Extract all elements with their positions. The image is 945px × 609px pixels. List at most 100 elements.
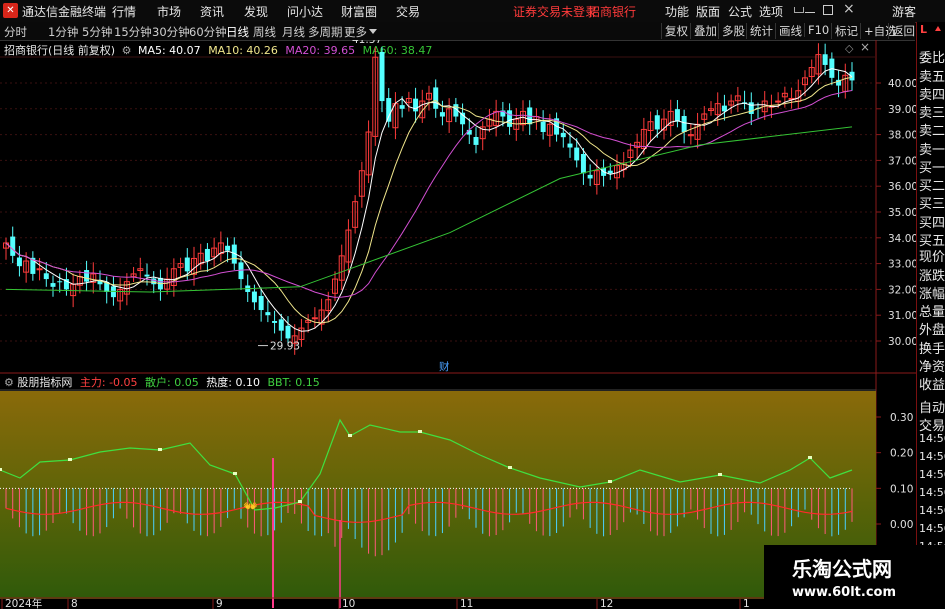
- high-price-label: 41.37: [352, 40, 382, 46]
- menu-assistant[interactable]: 问小达: [287, 3, 323, 20]
- menu-market[interactable]: 市场: [157, 3, 181, 20]
- chart-canvas[interactable]: 👐 40.00 39.00 38.00 37.00 36.00 35.00 34.00 33.…: [0, 40, 916, 609]
- candle-body: [265, 312, 271, 316]
- period-15min[interactable]: 15分钟: [114, 24, 152, 40]
- action-overlay[interactable]: 叠加: [690, 23, 720, 39]
- title-bar: ✕ 通达信金融终端 行情 市场 资讯 发现 问小达 财富圈 交易 证券交易未登录…: [0, 0, 945, 23]
- action-draw-line[interactable]: 画线: [775, 23, 805, 39]
- finance-event-mark: 财: [439, 360, 450, 373]
- retail-dot: [233, 472, 237, 475]
- price-tick-label: 34.00: [888, 233, 916, 245]
- period-60min[interactable]: 60分钟: [189, 24, 227, 40]
- quote-sidebar: L 委比 卖五 卖四 卖三 卖二 卖一 买一 买二 买三 买四 买五 现价 涨跌 涨幅 总量 外盘 换手 净资 收益…: [916, 22, 945, 609]
- time-tick-label: 10: [342, 598, 355, 609]
- retail-dot: [508, 466, 512, 469]
- action-statistics[interactable]: 统计: [746, 23, 776, 39]
- indicator-name[interactable]: 股朋指标网: [17, 376, 72, 389]
- scroll-up-icon[interactable]: [935, 26, 941, 31]
- period-more[interactable]: 更多: [344, 24, 367, 40]
- time-tick-label: 9: [216, 598, 223, 609]
- candle-body: [57, 281, 63, 283]
- candle-body: [849, 71, 855, 81]
- minimize-icon[interactable]: [805, 12, 815, 13]
- sidebar-label: 买三: [919, 197, 945, 212]
- candle-body: [567, 143, 573, 148]
- menu-formula[interactable]: 公式: [728, 3, 752, 20]
- sidebar-label: 净资: [919, 360, 945, 375]
- candle-body: [540, 121, 546, 133]
- candle-body: [386, 98, 392, 122]
- app-name: 通达信金融终端: [22, 5, 107, 19]
- watermark-url: www.60lt.com: [792, 585, 897, 600]
- menu-trade[interactable]: 交易: [396, 3, 420, 20]
- action-f10[interactable]: F10: [804, 23, 832, 37]
- menu-news[interactable]: 资讯: [200, 3, 224, 20]
- guest-label[interactable]: 游客: [892, 3, 916, 20]
- time-tick-label: 12: [600, 598, 613, 609]
- period-1min[interactable]: 1分钟: [48, 24, 78, 40]
- sidebar-time: 14:56: [919, 486, 945, 499]
- sidebar-label: 涨跌: [919, 269, 945, 284]
- indicator-tick-label: 0.00: [890, 519, 913, 531]
- candle-body: [721, 105, 727, 112]
- candle-body: [580, 153, 586, 174]
- period-weekly[interactable]: 周线: [253, 24, 276, 40]
- retail-dot: [808, 456, 812, 459]
- price-tick-label: 38.00: [888, 130, 916, 142]
- sidebar-label: 卖五: [919, 70, 945, 85]
- sidebar-time: 14:56: [919, 522, 945, 535]
- candle-body: [144, 274, 150, 277]
- candle-body: [204, 248, 210, 262]
- candle-body: [43, 273, 49, 280]
- sidebar-time: 14:56: [919, 432, 945, 445]
- period-daily[interactable]: 日线: [226, 24, 249, 40]
- retail-dot: [0, 468, 2, 471]
- menu-function[interactable]: 功能: [665, 3, 689, 20]
- menu-options[interactable]: 选项: [759, 3, 783, 20]
- price-tick-label: 36.00: [888, 181, 916, 193]
- sidebar-label: 收益: [919, 378, 945, 393]
- sidebar-time: 14:56: [919, 504, 945, 517]
- indicator-heat: 热度: 0.10: [206, 376, 260, 389]
- sidebar-label: 总量: [919, 305, 945, 320]
- menu-wealth[interactable]: 财富圈: [341, 3, 377, 20]
- candle-body: [285, 325, 291, 339]
- action-mark[interactable]: 标记: [831, 23, 861, 39]
- menu-quotes[interactable]: 行情: [112, 3, 136, 20]
- indicator-gear-icon[interactable]: ⚙: [4, 376, 14, 389]
- action-restore-rights[interactable]: 复权: [661, 23, 691, 39]
- candle-body: [251, 291, 257, 303]
- period-30min[interactable]: 30分钟: [152, 24, 190, 40]
- candle-body: [439, 112, 445, 117]
- sidebar-label: 卖四: [919, 88, 945, 103]
- candle-body: [225, 245, 231, 251]
- maximize-icon[interactable]: [823, 5, 833, 15]
- time-tick-label: 8: [71, 598, 78, 609]
- watermark: 乐淘公式网 www.60lt.com: [764, 545, 945, 609]
- dropdown-icon[interactable]: [794, 7, 804, 13]
- menu-layout[interactable]: 版面: [696, 3, 720, 20]
- sidebar-label: 卖三: [919, 106, 945, 121]
- menu-discover[interactable]: 发现: [244, 3, 268, 20]
- trade-status: 证券交易未登录: [513, 5, 598, 19]
- candle-body: [473, 136, 479, 145]
- period-5min[interactable]: 5分钟: [82, 24, 112, 40]
- candle-body: [433, 87, 439, 109]
- more-chevron-icon[interactable]: [369, 29, 377, 34]
- action-multi-stock[interactable]: 多股: [718, 23, 748, 39]
- sidebar-label: 卖一: [919, 143, 945, 158]
- ma10-line: [5, 76, 853, 324]
- sidebar-scroll-label[interactable]: L: [920, 23, 927, 36]
- indicator-tick-label: 0.10: [890, 483, 913, 495]
- retail-dot: [608, 480, 612, 483]
- period-monthly[interactable]: 月线: [282, 24, 305, 40]
- indicator-retail: 散户: 0.05: [145, 376, 199, 389]
- price-tick-label: 33.00: [888, 259, 916, 271]
- period-tick[interactable]: 分时: [4, 24, 27, 40]
- action-back[interactable]: 返回: [888, 23, 918, 39]
- period-multi[interactable]: 多周期: [308, 24, 343, 40]
- sidebar-label: 卖二: [919, 124, 945, 139]
- close-icon[interactable]: ×: [843, 1, 855, 17]
- indicator-tick-label: 0.30: [890, 412, 913, 424]
- low-price-label: 29.93: [270, 341, 300, 353]
